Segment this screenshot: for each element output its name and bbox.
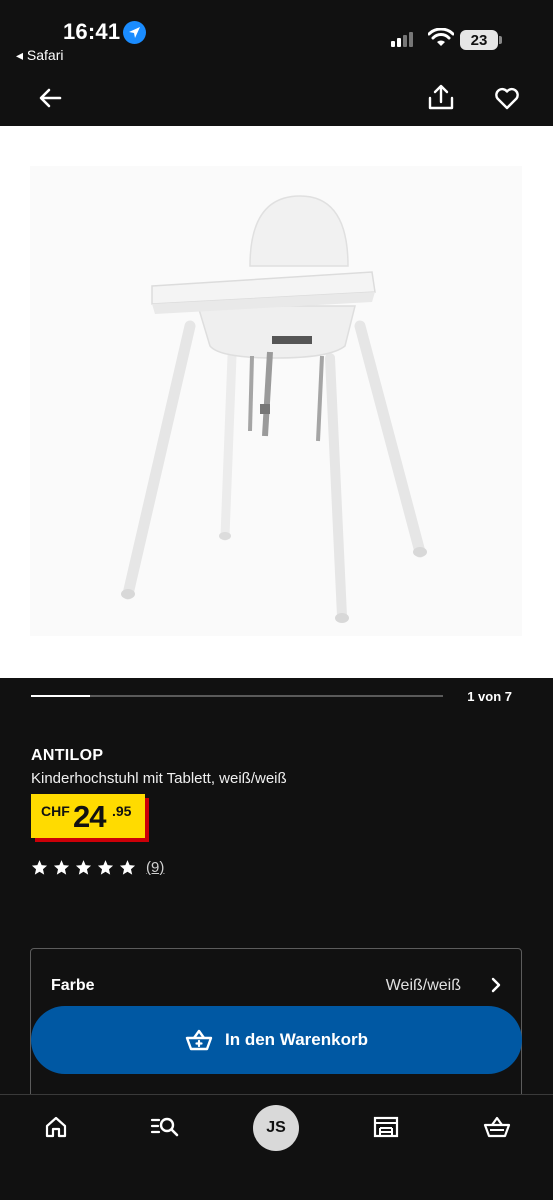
star-icon xyxy=(31,860,48,875)
rating[interactable]: (9) xyxy=(31,859,164,876)
heart-icon[interactable] xyxy=(493,84,521,112)
rating-stars xyxy=(31,859,141,876)
signal-icon xyxy=(391,32,413,47)
color-option-label[interactable]: Farbe xyxy=(51,977,95,995)
basket-icon[interactable] xyxy=(482,1112,512,1142)
high-chair-illustration xyxy=(0,126,553,678)
product-description: Kinderhochstuhl mit Tablett, weiß/weiß xyxy=(31,770,287,787)
gallery-counter: 1 von 7 xyxy=(467,689,512,704)
store-icon[interactable] xyxy=(371,1112,401,1142)
chevron-right-icon[interactable] xyxy=(489,976,503,994)
price-currency: CHF xyxy=(41,803,70,819)
product-image[interactable] xyxy=(0,126,553,678)
wifi-icon xyxy=(427,27,455,53)
location-icon xyxy=(123,21,146,44)
share-icon[interactable] xyxy=(426,82,456,112)
basket-plus-icon xyxy=(185,1029,213,1051)
review-count-link[interactable]: (9) xyxy=(146,859,164,876)
avatar[interactable]: JS xyxy=(253,1105,299,1151)
status-time: 16:41 xyxy=(63,19,121,44)
price-tag: CHF 24 .95 xyxy=(31,794,145,838)
status-bar: 16:41 ◂ Safari 23 xyxy=(0,0,553,70)
bottom-nav: JS xyxy=(0,1094,553,1200)
color-option-value[interactable]: Weiß/weiß xyxy=(331,977,461,995)
add-to-cart-label: In den Warenkorb xyxy=(225,1030,368,1049)
star-icon xyxy=(97,860,114,875)
battery-tip xyxy=(499,36,502,44)
battery-icon: 23 xyxy=(460,30,498,50)
add-to-cart-button[interactable]: In den Warenkorb xyxy=(31,1006,522,1074)
product-name: ANTILOP xyxy=(31,747,104,764)
back-to-safari-link[interactable]: ◂ Safari xyxy=(16,47,64,64)
gallery-progress-fill xyxy=(31,695,90,697)
price-integer: 24 xyxy=(73,799,106,834)
star-icon xyxy=(119,860,136,875)
back-arrow-icon[interactable] xyxy=(36,84,64,112)
top-nav xyxy=(0,70,553,126)
search-menu-icon[interactable] xyxy=(150,1112,180,1142)
star-icon xyxy=(53,860,70,875)
home-icon[interactable] xyxy=(41,1112,71,1142)
star-icon xyxy=(75,860,92,875)
price-decimal: .95 xyxy=(112,803,132,819)
gallery-progress xyxy=(31,695,443,697)
